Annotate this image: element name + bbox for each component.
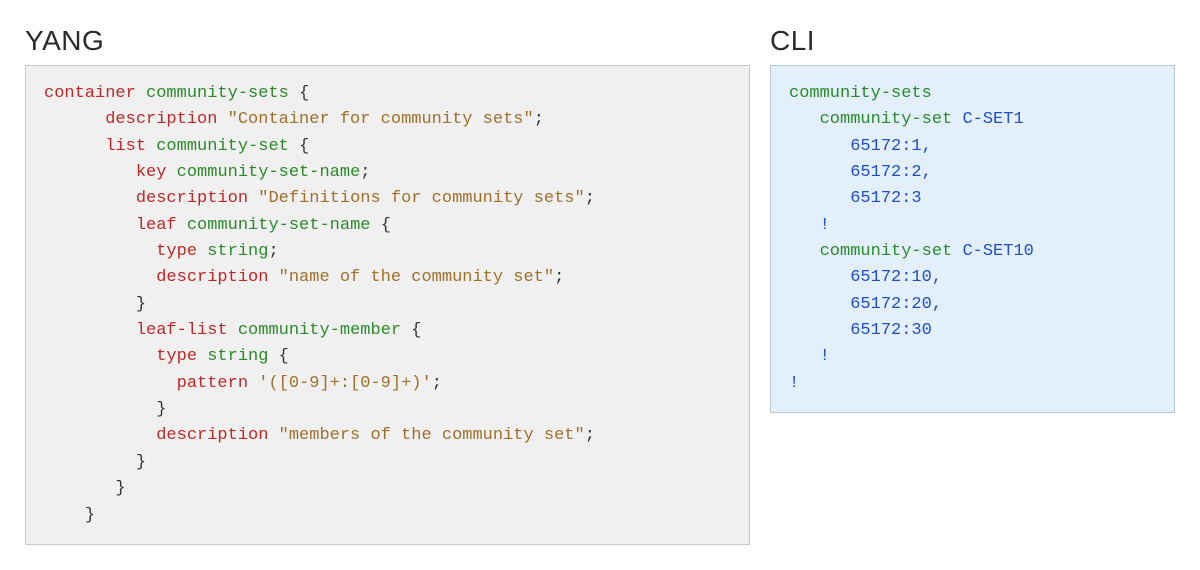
yang-semi5: ; bbox=[554, 268, 564, 287]
yang-str-2: "Definitions for community sets" bbox=[258, 189, 584, 208]
yang-panel: YANG container community-sets { descript… bbox=[25, 25, 750, 545]
yang-kw-leaflist: leaf-list bbox=[136, 321, 228, 340]
cli-comma2: , bbox=[922, 163, 932, 182]
yang-punct-lbrace3: { bbox=[381, 216, 391, 235]
yang-name-community-set: community-set bbox=[156, 137, 289, 156]
cli-v10: 65172:10 bbox=[850, 268, 932, 287]
yang-code-block: container community-sets { description "… bbox=[25, 65, 750, 545]
yang-kw-description: description bbox=[105, 110, 217, 129]
yang-semi7: ; bbox=[585, 426, 595, 445]
yang-str-1: "Container for community sets" bbox=[228, 110, 534, 129]
cli-panel: CLI community-sets community-set C-SET1 … bbox=[770, 25, 1175, 545]
yang-name-cm: community-member bbox=[238, 321, 401, 340]
yang-str-4: "members of the community set" bbox=[279, 426, 585, 445]
yang-punct-rbrace3: } bbox=[136, 453, 146, 472]
yang-punct-lbrace: { bbox=[299, 84, 309, 103]
yang-kw-pattern: pattern bbox=[177, 374, 248, 393]
yang-kw-description4: description bbox=[156, 426, 268, 445]
yang-name-csn2: community-set-name bbox=[187, 216, 371, 235]
cli-cset10-name: C-SET10 bbox=[962, 242, 1033, 261]
yang-kw-container: container bbox=[44, 84, 136, 103]
cli-community-sets: community-sets bbox=[789, 84, 932, 103]
yang-punct-lbrace5: { bbox=[279, 347, 289, 366]
yang-str-pattern: '([0-9]+:[0-9]+)' bbox=[258, 374, 431, 393]
cli-code-block: community-sets community-set C-SET1 6517… bbox=[770, 65, 1175, 413]
cli-v2: 65172:2 bbox=[850, 163, 921, 182]
yang-punct-lbrace2: { bbox=[299, 137, 309, 156]
yang-punct-rbrace1: } bbox=[136, 295, 146, 314]
cli-title: CLI bbox=[770, 25, 1175, 57]
yang-name-string: string bbox=[207, 242, 268, 261]
yang-title: YANG bbox=[25, 25, 750, 57]
cli-community-set-1: community-set bbox=[820, 110, 953, 129]
cli-v20: 65172:20 bbox=[850, 295, 932, 314]
cli-v30: 65172:30 bbox=[850, 321, 932, 340]
yang-kw-type: type bbox=[156, 242, 197, 261]
yang-semi6: ; bbox=[432, 374, 442, 393]
cli-comma4: , bbox=[932, 295, 942, 314]
cli-v3: 65172:3 bbox=[850, 189, 921, 208]
yang-kw-description3: description bbox=[156, 268, 268, 287]
yang-str-3: "name of the community set" bbox=[279, 268, 554, 287]
cli-v1: 65172:1 bbox=[850, 137, 921, 156]
yang-kw-description2: description bbox=[136, 189, 248, 208]
yang-semi4: ; bbox=[268, 242, 278, 261]
yang-semi3: ; bbox=[585, 189, 595, 208]
yang-name-community-sets: community-sets bbox=[146, 84, 289, 103]
cli-community-set-2: community-set bbox=[820, 242, 953, 261]
yang-semi2: ; bbox=[360, 163, 370, 182]
cli-cset1-name: C-SET1 bbox=[962, 110, 1023, 129]
yang-kw-key: key bbox=[136, 163, 167, 182]
cli-comma1: , bbox=[922, 137, 932, 156]
cli-comma3: , bbox=[932, 268, 942, 287]
yang-semi: ; bbox=[534, 110, 544, 129]
yang-punct-rbrace5: } bbox=[85, 506, 95, 525]
yang-name-csn: community-set-name bbox=[177, 163, 361, 182]
yang-punct-lbrace4: { bbox=[411, 321, 421, 340]
yang-kw-leaf: leaf bbox=[136, 216, 177, 235]
yang-kw-list: list bbox=[105, 137, 146, 156]
yang-punct-rbrace4: } bbox=[115, 479, 125, 498]
cli-bang1: ! bbox=[820, 216, 830, 235]
yang-punct-rbrace2: } bbox=[156, 400, 166, 419]
yang-name-string2: string bbox=[207, 347, 268, 366]
yang-kw-type2: type bbox=[156, 347, 197, 366]
cli-bang3: ! bbox=[789, 374, 799, 393]
cli-bang2: ! bbox=[820, 347, 830, 366]
code-comparison-container: YANG container community-sets { descript… bbox=[25, 25, 1175, 545]
